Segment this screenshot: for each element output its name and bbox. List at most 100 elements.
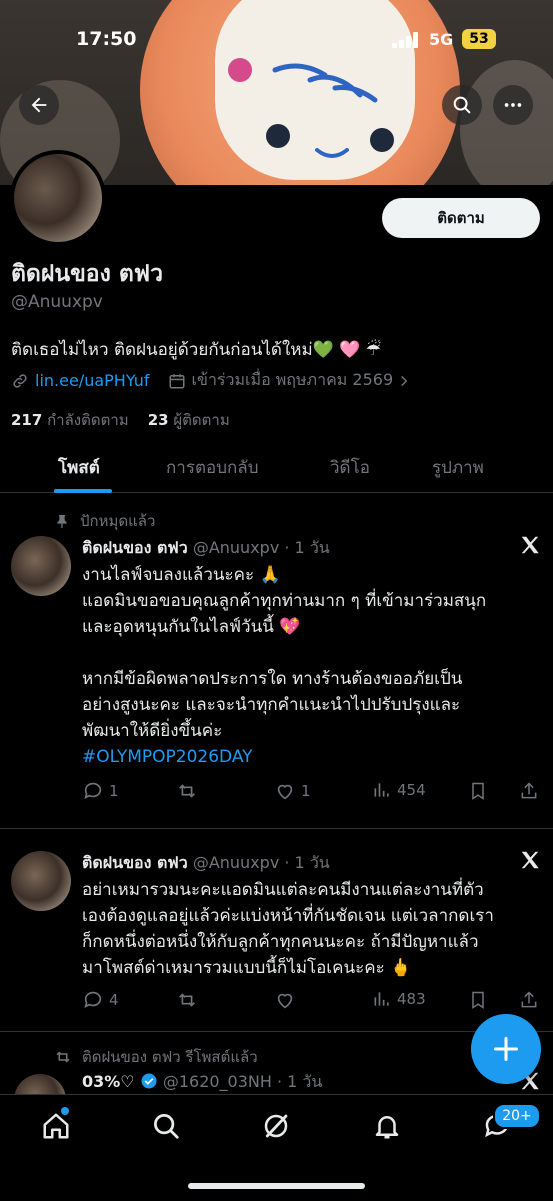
reply-button[interactable]: 4 — [82, 989, 119, 1011]
post-author-meta: @Anuuxpv · 1 วัน — [192, 853, 330, 872]
post-author-name[interactable]: ติดฝนของ ตฟว — [82, 538, 188, 557]
back-button[interactable] — [19, 85, 59, 125]
post-author-meta: @Anuuxpv · 1 วัน — [192, 538, 330, 557]
bookmark-button[interactable] — [468, 780, 488, 802]
bell-icon[interactable] — [372, 1111, 402, 1141]
reply-count: 1 — [109, 782, 119, 800]
bookmark-button[interactable] — [468, 989, 488, 1011]
post-header: 03%♡ @1620_03NH · 1 วัน — [82, 1070, 322, 1095]
arrow-left-icon — [31, 97, 47, 113]
views-count: 454 — [397, 781, 426, 799]
post-card[interactable]: ติดฝนของ ตฟว @Anuuxpv · 1 วัน อย่าเหมารว… — [0, 829, 553, 1032]
followers-link[interactable]: 23 ผู้ติดตาม — [148, 411, 230, 429]
post-line: แอดมินขอขอบคุณลูกค้าทุกท่านมาก ๆ ที่เข้า… — [82, 591, 487, 611]
search-icon — [453, 96, 471, 114]
post-line-blank — [82, 640, 537, 666]
status-bar: 17:50 5G 53 — [0, 28, 553, 54]
status-time: 17:50 — [76, 28, 137, 50]
tab-videos[interactable]: วิดีโอ — [330, 454, 370, 481]
battery-indicator: 53 — [462, 29, 496, 49]
post-line: มาโพสต์ด่าเหมารวมแบบนี้ก็ไม่โอเคนะคะ 🖕 — [82, 958, 412, 978]
profile-handle: @Anuuxpv — [11, 292, 103, 312]
views-icon — [374, 992, 389, 1006]
follow-button[interactable]: ติดตาม — [382, 198, 540, 238]
verified-badge-icon — [141, 1073, 157, 1089]
signal-icon — [392, 32, 418, 48]
search-icon[interactable] — [151, 1111, 181, 1141]
heart-icon — [277, 784, 293, 800]
share-button[interactable] — [519, 989, 539, 1011]
following-count: 217 — [11, 411, 43, 429]
calendar-icon — [169, 373, 185, 388]
followers-label: ผู้ติดตาม — [173, 411, 230, 429]
post-text: อย่าเหมารวมนะคะแอดมินแต่ละคนมีงานแต่ละงา… — [82, 877, 537, 981]
bookmark-icon — [472, 782, 484, 800]
repost-button[interactable] — [176, 780, 203, 802]
tab-posts[interactable]: โพสต์ — [58, 454, 100, 481]
post-card[interactable]: ติดฝนของ ตฟว @Anuuxpv · 1 วัน งานไลฟ์จบล… — [0, 492, 553, 829]
share-icon — [521, 782, 537, 799]
post-line: งานไลฟ์จบลงแล้วนะคะ 🙏 — [82, 565, 281, 585]
chevron-right-icon[interactable] — [397, 374, 411, 388]
x-logo-icon — [521, 536, 539, 554]
post-avatar[interactable] — [11, 536, 71, 596]
follow-stats: 217 กำลังติดตาม 23 ผู้ติดตาม — [11, 408, 230, 432]
profile-meta: lin.ee/uaPHYuf เข้าร่วมเมื่อ พฤษภาคม 256… — [11, 368, 411, 393]
reply-button[interactable]: 1 — [82, 780, 119, 802]
profile-avatar[interactable] — [10, 150, 106, 246]
post-line: ก็กดหนึ่งต่อหนึ่งให้กับลูกค้าทุกคนนะคะ ถ… — [82, 932, 479, 952]
share-button[interactable] — [519, 780, 539, 802]
network-type: 5G — [429, 30, 454, 49]
post-header: ติดฝนของ ตฟว @Anuuxpv · 1 วัน — [82, 536, 330, 561]
post-header: ติดฝนของ ตฟว @Anuuxpv · 1 วัน — [82, 851, 330, 876]
post-line: อย่างสูงนะคะ และจะนำทุกคำแนะนำไปปรับปรุง… — [82, 695, 461, 715]
post-line: เองต้องดูแลอยู่แล้วค่ะแบ่งหน้าที่กันชัดเ… — [82, 906, 494, 926]
repost-button[interactable] — [176, 989, 203, 1011]
bookmark-icon — [472, 991, 484, 1009]
joined-date: เข้าร่วมเมื่อ พฤษภาคม 2569 — [191, 370, 394, 389]
home-indicator — [188, 1183, 365, 1189]
like-button[interactable]: 1 — [274, 780, 311, 802]
compose-button[interactable] — [471, 1014, 541, 1084]
more-button[interactable] — [493, 85, 533, 125]
reply-count: 4 — [109, 991, 119, 1009]
tab-replies[interactable]: การตอบกลับ — [166, 454, 259, 481]
search-button[interactable] — [442, 85, 482, 125]
post-author-name[interactable]: 03%♡ — [82, 1072, 135, 1091]
profile-name: ติดฝนของ ตฟว — [11, 261, 163, 287]
views-button[interactable]: 483 — [372, 989, 426, 1009]
profile-link[interactable]: lin.ee/uaPHYuf — [35, 371, 150, 390]
repost-icon — [56, 1051, 70, 1063]
post-avatar[interactable] — [11, 851, 71, 911]
grok-icon[interactable] — [261, 1111, 291, 1141]
post-hashtag[interactable]: #OLYMPOP2026DAY — [82, 747, 253, 767]
views-count: 483 — [397, 990, 426, 1008]
like-button[interactable] — [274, 989, 301, 1011]
post-text: งานไลฟ์จบลงแล้วนะคะ 🙏 แอดมินขอขอบคุณลูกค… — [82, 562, 537, 770]
post-actions: 4 483 — [82, 989, 542, 1013]
share-icon — [521, 991, 537, 1008]
home-icon[interactable] — [41, 1111, 71, 1141]
link-icon — [13, 373, 27, 388]
tab-media[interactable]: รูปภาพ — [432, 454, 484, 481]
reply-icon — [84, 782, 102, 799]
repost-label[interactable]: ติดฝนของ ตฟว รีโพสต์แล้ว — [82, 1045, 258, 1069]
repost-icon — [179, 993, 195, 1007]
post-author-name[interactable]: ติดฝนของ ตฟว — [82, 853, 188, 872]
post-line: พัฒนาให้ดียิ่งขึ้นค่ะ — [82, 721, 223, 741]
post-line: และอุดหนุนกันในไลฟ์วันนี้ 💖 — [82, 617, 301, 637]
following-link[interactable]: 217 กำลังติดตาม — [11, 411, 129, 429]
profile-bio: ติดเธอไม่ไหว ติดฝนอยู่ด้วยกันก่อนได้ใหม่… — [11, 340, 382, 360]
notification-badge: 20+ — [493, 1103, 541, 1129]
home-new-dot — [61, 1107, 69, 1115]
reply-icon — [84, 991, 102, 1008]
x-logo-icon — [521, 851, 539, 869]
plus-icon — [493, 1036, 519, 1062]
views-icon — [374, 783, 389, 797]
post-line: อย่าเหมารวมนะคะแอดมินแต่ละคนมีงานแต่ละงา… — [82, 880, 484, 900]
like-count: 1 — [301, 782, 311, 800]
more-icon — [504, 103, 522, 107]
profile-tabs: โพสต์ การตอบกลับ วิดีโอ รูปภาพ — [0, 444, 553, 493]
views-button[interactable]: 454 — [372, 780, 426, 800]
heart-icon — [277, 993, 293, 1009]
